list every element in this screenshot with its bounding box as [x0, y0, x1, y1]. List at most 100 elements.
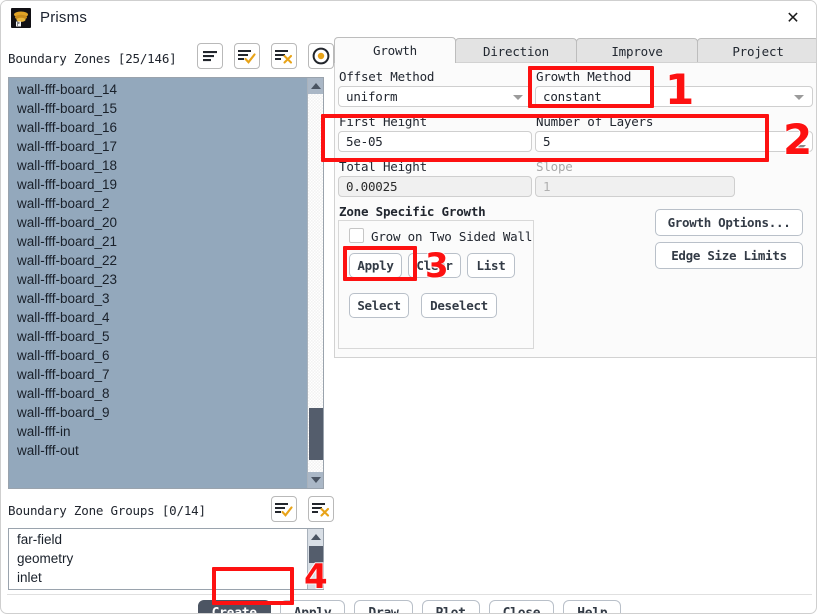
chevron-down-icon	[794, 95, 804, 100]
tab-growth[interactable]: Growth	[334, 37, 456, 63]
list-item[interactable]: wall-fff-board_9	[17, 403, 309, 422]
grow-two-sided-wall-label: Grow on Two Sided Wall	[371, 229, 533, 244]
action-bar: Create Apply Draw Plot Close Help	[1, 600, 816, 613]
offset-method-combo[interactable]: uniform	[338, 86, 532, 107]
prisms-app-icon: F	[11, 7, 31, 28]
boundary-zone-groups-label: Boundary Zone Groups [0/14]	[8, 503, 206, 518]
list-item[interactable]: wall-fff-board_15	[17, 99, 309, 118]
close-icon[interactable]: ✕	[770, 1, 816, 34]
growth-method-combo[interactable]: constant	[535, 86, 813, 107]
list-item[interactable]: wall-fff-board_8	[17, 384, 309, 403]
title-bar: F Prisms ✕	[1, 1, 816, 34]
boundary-zones-list-items: wall-fff-board_14 wall-fff-board_15 wall…	[9, 78, 309, 488]
list-item[interactable]: wall-fff-board_20	[17, 213, 309, 232]
list-item[interactable]: wall-fff-board_4	[17, 308, 309, 327]
slope-value: 1	[543, 179, 551, 194]
total-height-label: Total Height	[339, 159, 427, 174]
zone-select-button[interactable]: Select	[349, 293, 409, 318]
total-height-value: 0.00025	[346, 179, 398, 194]
draw-button[interactable]: Draw	[354, 600, 413, 613]
number-of-layers-label: Number of Layers	[536, 114, 654, 129]
zones-scrollbar[interactable]	[307, 78, 323, 488]
groups-scroll-down-icon[interactable]	[308, 573, 323, 589]
growth-tab-panel: Offset Method Growth Method uniform cons…	[334, 62, 816, 358]
boundary-zone-groups-list[interactable]: far-field geometry inlet	[8, 528, 324, 590]
first-height-value: 5e-05	[346, 134, 383, 149]
boundary-zone-groups-items: far-field geometry inlet	[9, 529, 309, 589]
tab-project[interactable]: Project	[697, 38, 816, 63]
deselect-all-groups-icon[interactable]	[308, 496, 334, 522]
groups-scroll-up-icon[interactable]	[308, 529, 323, 545]
close-button[interactable]: Close	[488, 600, 555, 613]
boundary-zones-panel: Boundary Zones [25/146] wall-fff-board_1…	[1, 34, 334, 590]
list-item[interactable]: wall-fff-board_21	[17, 232, 309, 251]
zone-apply-button[interactable]: Apply	[349, 253, 402, 278]
list-all-icon[interactable]	[197, 43, 223, 69]
first-height-label: First Height	[339, 114, 427, 129]
zone-specific-growth-label: Zone Specific Growth	[339, 204, 486, 219]
number-of-layers-stepper[interactable]	[792, 133, 810, 152]
plot-button[interactable]: Plot	[421, 600, 480, 613]
boundary-zones-header: Boundary Zones [25/146]	[8, 43, 334, 75]
grow-two-sided-wall-checkbox[interactable]	[349, 228, 364, 243]
deselect-all-icon[interactable]	[271, 43, 297, 69]
prisms-window: F Prisms ✕ Boundary Zones [25/146] wall-…	[0, 0, 817, 614]
zone-clear-button[interactable]: Clear	[408, 253, 461, 278]
list-item[interactable]: wall-fff-in	[17, 422, 309, 441]
list-item[interactable]: far-field	[17, 530, 309, 549]
zone-deselect-button[interactable]: Deselect	[421, 293, 497, 318]
chevron-down-icon	[513, 95, 523, 100]
growth-options-button[interactable]: Growth Options...	[655, 209, 803, 236]
create-button[interactable]: Create	[197, 600, 271, 613]
bottom-divider	[7, 594, 812, 595]
boundary-zones-label: Boundary Zones [25/146]	[8, 51, 177, 66]
first-height-input[interactable]: 5e-05	[338, 131, 532, 152]
number-of-layers-input[interactable]: 5	[535, 131, 813, 152]
boundary-zones-list[interactable]: wall-fff-board_14 wall-fff-board_15 wall…	[8, 77, 324, 489]
list-item[interactable]: wall-fff-board_16	[17, 118, 309, 137]
zone-list-button[interactable]: List	[467, 253, 515, 278]
list-item[interactable]: geometry	[17, 549, 309, 568]
tab-bar: Growth Direction Improve Project	[334, 37, 816, 63]
list-item[interactable]: wall-fff-board_17	[17, 137, 309, 156]
edge-size-limits-button[interactable]: Edge Size Limits	[655, 242, 803, 269]
total-height-input: 0.00025	[338, 176, 532, 197]
growth-method-label: Growth Method	[536, 69, 632, 84]
select-all-groups-icon[interactable]	[271, 496, 297, 522]
offset-method-label: Offset Method	[339, 69, 435, 84]
select-all-icon[interactable]	[234, 43, 260, 69]
groups-scroll-thumb[interactable]	[309, 546, 323, 563]
scroll-down-icon[interactable]	[308, 472, 323, 488]
apply-button[interactable]: Apply	[279, 600, 346, 613]
tab-improve[interactable]: Improve	[576, 38, 698, 63]
list-item[interactable]: wall-fff-board_2	[17, 194, 309, 213]
list-item[interactable]: wall-fff-out	[17, 441, 309, 460]
svg-text:F: F	[17, 22, 20, 28]
list-item[interactable]: wall-fff-board_7	[17, 365, 309, 384]
window-content: Boundary Zones [25/146] wall-fff-board_1…	[1, 34, 816, 613]
list-item[interactable]: wall-fff-board_3	[17, 289, 309, 308]
offset-method-value: uniform	[346, 89, 398, 104]
growth-method-value: constant	[543, 89, 602, 104]
slope-label: Slope	[536, 159, 573, 174]
boundary-zone-groups-header: Boundary Zone Groups [0/14]	[8, 496, 334, 526]
tab-direction[interactable]: Direction	[455, 38, 577, 63]
list-item[interactable]: wall-fff-board_6	[17, 346, 309, 365]
settings-panel: Growth Direction Improve Project Offset …	[331, 34, 816, 359]
groups-scrollbar[interactable]	[307, 529, 323, 589]
list-item[interactable]: wall-fff-board_18	[17, 156, 309, 175]
list-item[interactable]: inlet	[17, 568, 309, 587]
list-item[interactable]: wall-fff-board_19	[17, 175, 309, 194]
number-of-layers-value: 5	[543, 134, 551, 149]
list-item[interactable]: wall-fff-board_22	[17, 251, 309, 270]
help-button[interactable]: Help	[563, 600, 622, 613]
stepper-up-icon[interactable]	[796, 135, 806, 141]
scroll-up-icon[interactable]	[308, 78, 323, 94]
list-item[interactable]: wall-fff-board_23	[17, 270, 309, 289]
window-title: Prisms	[40, 9, 88, 26]
stepper-down-icon[interactable]	[796, 144, 806, 150]
list-item[interactable]: wall-fff-board_14	[17, 80, 309, 99]
list-item[interactable]: wall-fff-board_5	[17, 327, 309, 346]
slope-input: 1	[535, 176, 735, 197]
zones-scroll-thumb[interactable]	[309, 408, 323, 460]
